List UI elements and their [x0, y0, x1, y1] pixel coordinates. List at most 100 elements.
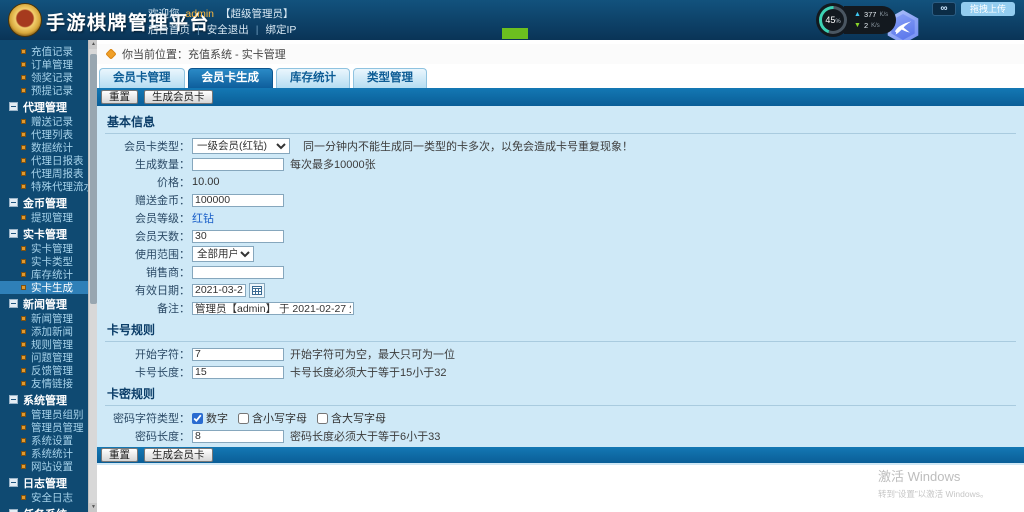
tab-member-card-manage[interactable]: 会员卡管理: [99, 68, 185, 88]
username: admin: [185, 8, 215, 20]
card-type-select[interactable]: 一级会员(红钻): [192, 138, 290, 154]
sidebar-group-tasks[interactable]: 任务系统: [0, 506, 88, 512]
bullet-icon: [21, 246, 26, 251]
uppercase-checkbox-label: 含大写字母: [331, 413, 386, 425]
field-card-type: 会员卡类型： 一级会员(红钻) 同一分钟内不能生成同一类型的卡多次，以免会造成卡…: [105, 137, 1016, 155]
browser-extension-overlay: ∞ 拖拽上传: [931, 2, 1015, 16]
calendar-icon[interactable]: [249, 282, 265, 298]
digit-checkbox-label: 数字: [206, 413, 228, 425]
top-toolbar: 重置 生成会员卡: [97, 88, 1024, 106]
uppercase-checkbox[interactable]: [317, 412, 328, 424]
bullet-icon: [21, 342, 26, 347]
sidebar-item-label: 提现管理: [31, 212, 73, 224]
bullet-icon: [21, 464, 26, 469]
network-monitor-widget[interactable]: 45% ▲ 377 K/s ▼ 2 K/s: [816, 3, 897, 37]
sidebar-item[interactable]: 安全日志: [0, 491, 88, 504]
sidebar-item[interactable]: 网站设置: [0, 460, 88, 473]
section-basic-info: 基本信息: [105, 109, 1016, 134]
field-label: 赠送金币：: [135, 195, 190, 207]
bullet-icon: [21, 451, 26, 456]
valid-date-input[interactable]: [192, 283, 246, 297]
generate-card-button-bottom[interactable]: 生成会员卡: [144, 448, 213, 462]
lowercase-checkbox[interactable]: [238, 412, 249, 424]
sidebar-group-label: 实卡管理: [23, 228, 67, 241]
sidebar-item[interactable]: 友情链接: [0, 377, 88, 390]
infinity-icon[interactable]: ∞: [931, 2, 956, 16]
app-logo-icon: [8, 3, 42, 37]
sidebar-group-logs[interactable]: 日志管理: [0, 475, 88, 490]
card-type-hint: 同一分钟内不能生成同一类型的卡多次，以免会造成卡号重复现象！: [303, 141, 633, 153]
sidebar-group-coins[interactable]: 金币管理: [0, 195, 88, 210]
bind-ip-link[interactable]: 绑定IP: [249, 22, 296, 37]
sidebar-group-agent[interactable]: 代理管理: [0, 99, 88, 114]
sidebar-group-label: 代理管理: [23, 101, 67, 114]
sidebar-item-active[interactable]: 实卡生成: [0, 281, 88, 294]
member-days-input[interactable]: [192, 229, 284, 243]
bullet-icon: [21, 425, 26, 430]
sidebar-item-label: 友情链接: [31, 378, 73, 390]
start-char-hint: 开始字符可为空，最大只可为一位: [290, 349, 455, 361]
sidebar-group-system[interactable]: 系统管理: [0, 392, 88, 407]
cpu-gauge-icon: 45%: [816, 3, 850, 37]
generate-card-button[interactable]: 生成会员卡: [144, 90, 213, 104]
field-member-days: 会员天数：: [105, 227, 1016, 245]
bullet-icon: [21, 145, 26, 150]
sidebar-item[interactable]: 提现管理: [0, 211, 88, 224]
field-label: 会员卡类型：: [124, 141, 190, 153]
field-member-level: 会员等级： 红钻: [105, 209, 1016, 227]
sidebar-item[interactable]: 预提记录: [0, 84, 88, 97]
gauge-percent-suffix: %: [835, 18, 841, 25]
pwd-length-input[interactable]: [192, 429, 284, 443]
bullet-icon: [21, 368, 26, 373]
sidebar-item[interactable]: 特殊代理流水: [0, 180, 88, 193]
field-label: 生成数量：: [135, 159, 190, 171]
download-arrow-icon: ▼: [854, 22, 861, 29]
reset-button-bottom[interactable]: 重置: [101, 448, 138, 462]
sidebar-group-label: 金币管理: [23, 197, 67, 210]
logout-link[interactable]: 安全退出: [190, 22, 249, 37]
reset-button[interactable]: 重置: [101, 90, 138, 104]
upload-arrow-icon: ▲: [854, 11, 861, 18]
tab-bar: 会员卡管理 会员卡生成 库存统计 类型管理: [97, 64, 1024, 88]
sidebar-group-label: 任务系统: [23, 506, 67, 512]
drag-upload-button[interactable]: 拖拽上传: [960, 2, 1015, 16]
bullet-icon: [21, 215, 26, 220]
sidebar-group-label: 日志管理: [23, 477, 67, 490]
field-label: 有效日期：: [135, 285, 190, 297]
member-level-link[interactable]: 红钻: [192, 210, 214, 226]
upload-unit: K/s: [879, 11, 889, 18]
scrollbar-thumb[interactable]: [90, 54, 97, 304]
quantity-input[interactable]: [192, 157, 284, 171]
scope-select[interactable]: 全部用户: [192, 246, 254, 262]
lowercase-checkbox-label: 含小写字母: [252, 413, 307, 425]
tab-type-manage[interactable]: 类型管理: [353, 68, 427, 88]
price-value: 10.00: [192, 176, 220, 188]
gift-coins-input[interactable]: [192, 193, 284, 207]
tab-stock-stats[interactable]: 库存统计: [276, 68, 350, 88]
field-remark: 备注：: [105, 299, 1016, 317]
sidebar-scrollbar[interactable]: ▲ ▼: [88, 40, 98, 512]
gauge-percent: 45: [825, 15, 836, 25]
download-speed: 2: [863, 21, 869, 30]
field-label: 销售商：: [146, 267, 190, 279]
card-length-input[interactable]: [192, 365, 284, 379]
remark-input[interactable]: [192, 301, 354, 315]
home-link[interactable]: 后台首页: [148, 22, 190, 37]
field-pwd-length: 密码长度： 密码长度必须大于等于6小于33: [105, 427, 1016, 445]
field-card-length: 卡号长度： 卡号长度必须大于等于15小于32: [105, 363, 1016, 381]
seller-input[interactable]: [192, 265, 284, 279]
tab-member-card-generate[interactable]: 会员卡生成: [187, 68, 273, 88]
bullet-icon: [21, 495, 26, 500]
digit-checkbox[interactable]: [192, 412, 203, 424]
network-speeds: ▲ 377 K/s ▼ 2 K/s: [844, 6, 897, 34]
field-label: 价格：: [157, 177, 190, 189]
sidebar-group-cards[interactable]: 实卡管理: [0, 226, 88, 241]
welcome-text: 欢迎您 admin 【超级管理员】: [148, 6, 293, 21]
welcome-prefix: 欢迎您: [148, 8, 180, 20]
start-char-input[interactable]: [192, 347, 284, 361]
sidebar-group-news[interactable]: 新闻管理: [0, 296, 88, 311]
sidebar-item-label: 预提记录: [31, 85, 73, 97]
download-unit: K/s: [871, 22, 880, 29]
location-icon: [105, 48, 117, 60]
bullet-icon: [21, 171, 26, 176]
